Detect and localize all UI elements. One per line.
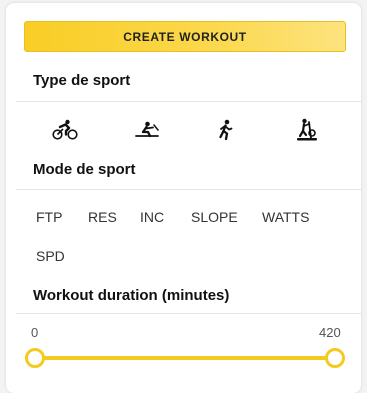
sport-type-title: Type de sport [33,72,131,89]
running-icon[interactable] [211,118,239,142]
sport-mode-title: Mode de sport [33,161,136,178]
duration-slider-max-handle[interactable] [325,348,345,368]
workout-duration-title: Workout duration (minutes) [33,287,230,304]
divider [16,313,361,314]
divider [16,101,361,102]
mode-option-slope[interactable]: SLOPE [191,209,238,225]
divider [16,189,361,190]
cycling-icon[interactable] [51,118,79,142]
create-workout-button[interactable]: CREATE WORKOUT [24,21,346,52]
mode-option-spd[interactable]: SPD [36,248,65,264]
mode-option-ftp[interactable]: FTP [36,209,62,225]
duration-max-label: 420 [319,325,341,340]
mode-option-watts[interactable]: WATTS [262,209,309,225]
duration-min-label: 0 [31,325,39,340]
duration-slider-min-handle[interactable] [25,348,45,368]
workout-filter-panel [6,3,361,393]
elliptical-icon[interactable] [293,118,321,142]
rowing-icon[interactable] [133,118,161,142]
mode-option-inc[interactable]: INC [140,209,164,225]
duration-slider-track[interactable] [35,356,335,360]
mode-option-res[interactable]: RES [88,209,117,225]
